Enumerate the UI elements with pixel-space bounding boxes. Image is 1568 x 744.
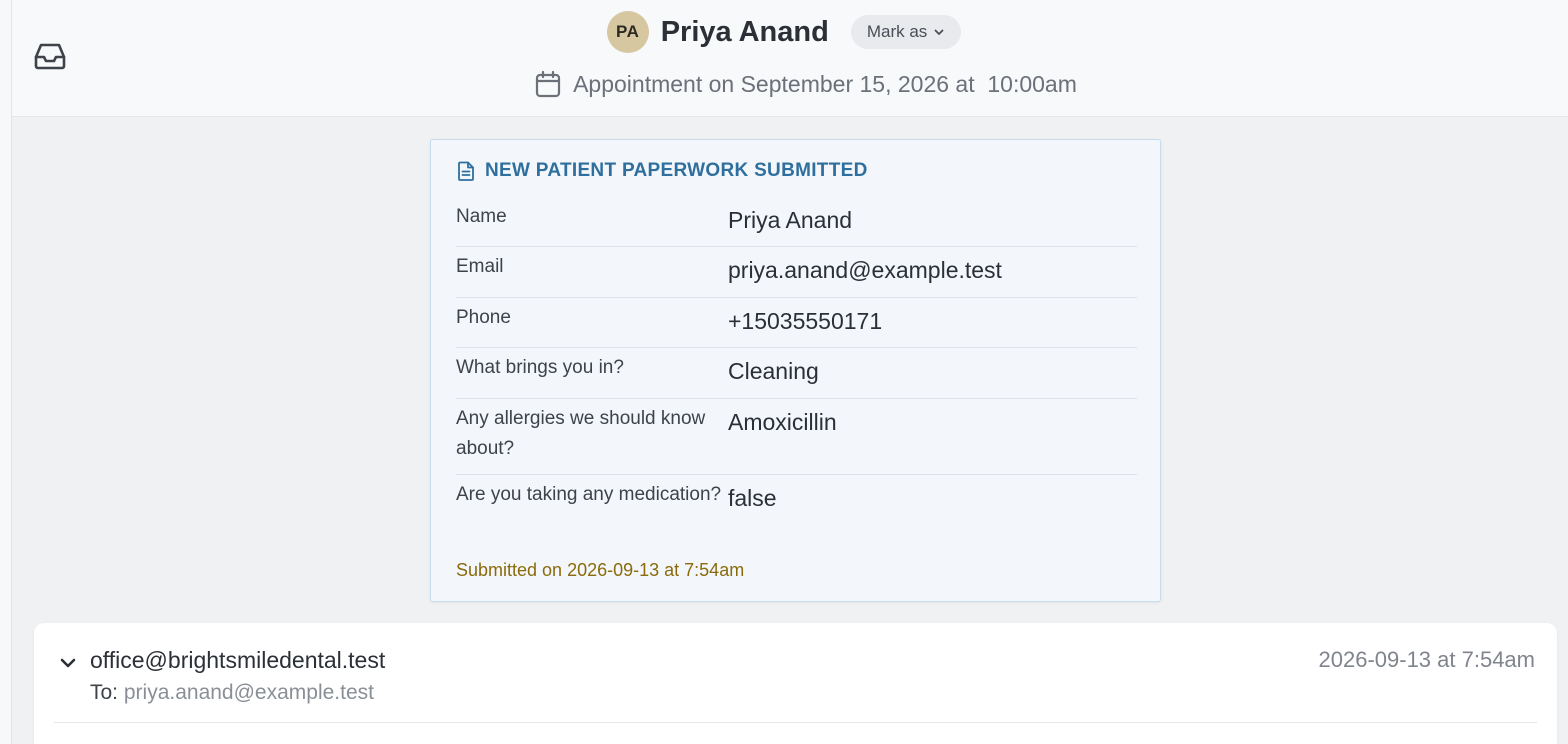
field-row: Any allergies we should know about? Amox…	[456, 399, 1137, 475]
patient-name: Priya Anand	[660, 15, 829, 48]
email-recipient: To: priya.anand@example.test	[90, 681, 374, 705]
field-row: Are you taking any medication? false	[456, 475, 1137, 549]
field-row: Phone +15035550171	[456, 298, 1137, 348]
email-sender: office@brightsmiledental.test	[90, 647, 386, 673]
paperwork-title-text: NEW PATIENT PAPERWORK SUBMITTED	[485, 160, 868, 181]
avatar: PA	[606, 11, 649, 53]
chevron-down-icon	[934, 29, 944, 35]
paperwork-fields: Name Priya Anand Email priya.anand@examp…	[456, 197, 1137, 549]
email-to-label: To:	[90, 681, 124, 704]
field-value: false	[728, 485, 777, 511]
divider	[54, 722, 1537, 723]
field-label: Phone	[456, 307, 511, 328]
conversation-header: PA Priya Anand Mark as Appointment on Se…	[12, 0, 1568, 117]
field-label: What brings you in?	[456, 357, 624, 378]
left-rail	[0, 0, 12, 744]
field-row: What brings you in? Cleaning	[456, 348, 1137, 399]
mark-as-label: Mark as	[866, 22, 928, 41]
document-icon	[458, 161, 474, 181]
paperwork-title: NEW PATIENT PAPERWORK SUBMITTED	[457, 160, 868, 182]
field-row: Email priya.anand@example.test	[456, 247, 1137, 298]
calendar-icon	[535, 70, 561, 98]
email-to-address: priya.anand@example.test	[123, 681, 374, 704]
field-value: +15035550171	[728, 308, 883, 334]
appointment-text: Appointment on September 15, 2026 at 10:…	[573, 70, 1077, 97]
field-row: Name Priya Anand	[456, 197, 1137, 247]
conversation-view: PA Priya Anand Mark as Appointment on Se…	[0, 0, 1568, 744]
field-label: Email	[456, 256, 504, 277]
field-label: Name	[456, 206, 507, 227]
mark-as-button[interactable]: Mark as	[850, 15, 962, 49]
field-value: priya.anand@example.test	[728, 257, 1002, 283]
field-label: Are you taking any medication?	[456, 484, 722, 505]
email-date: 2026-09-13 at 7:54am	[1318, 647, 1536, 672]
field-value: Amoxicillin	[728, 409, 837, 435]
field-label: Any allergies we should know about?	[456, 408, 706, 459]
email-message[interactable]: office@brightsmiledental.test To: priya.…	[34, 623, 1557, 744]
title-row: PA Priya Anand Mark as	[12, 10, 1568, 54]
chevron-down-icon[interactable]	[56, 651, 80, 675]
field-value: Cleaning	[728, 358, 819, 384]
paperwork-card: NEW PATIENT PAPERWORK SUBMITTED Name Pri…	[430, 139, 1161, 602]
appointment-row: Appointment on September 15, 2026 at 10:…	[12, 66, 1568, 102]
field-value: Priya Anand	[728, 207, 853, 233]
submitted-timestamp: Submitted on 2026-09-13 at 7:54am	[456, 560, 745, 580]
